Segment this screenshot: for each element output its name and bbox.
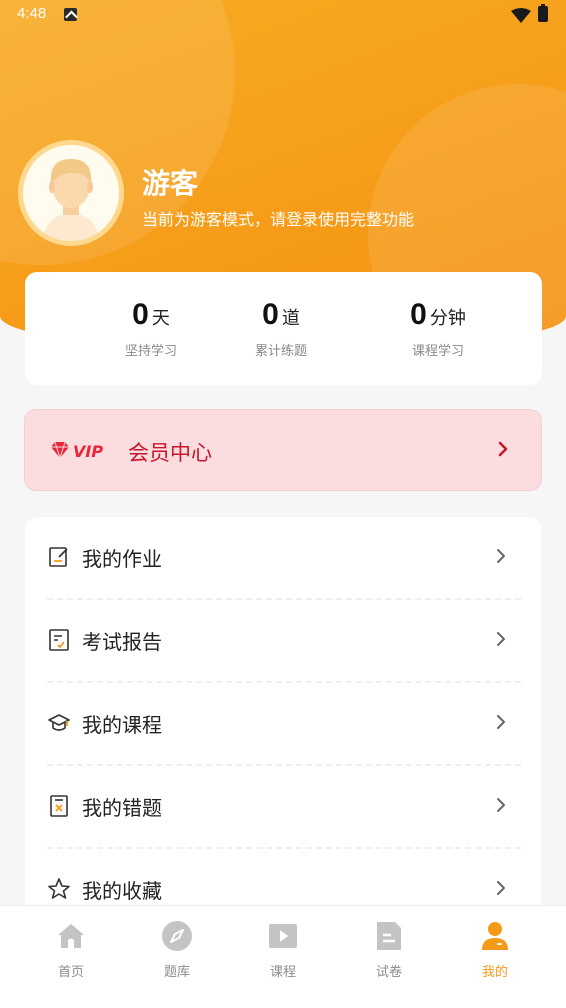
menu-item-homework[interactable]: 我的作业 bbox=[25, 517, 541, 600]
stat-value: 0 bbox=[410, 298, 427, 331]
home-icon bbox=[58, 924, 84, 948]
tab-label: 题库 bbox=[163, 965, 190, 980]
menu-label: 我的课程 bbox=[82, 713, 162, 737]
vip-badge: VIP bbox=[73, 442, 103, 461]
stat-unit: 道 bbox=[281, 308, 300, 329]
star-icon bbox=[48, 878, 70, 899]
stat-unit: 分钟 bbox=[429, 308, 466, 329]
report-icon bbox=[49, 629, 69, 651]
menu-list: 我的作业 考试报告 我的课程 我的错题 我的收藏 bbox=[25, 517, 541, 937]
menu-label: 我的错题 bbox=[82, 796, 162, 820]
chevron-right-icon bbox=[498, 441, 508, 457]
homework-icon bbox=[49, 547, 68, 567]
tab-home[interactable]: 首页 bbox=[18, 906, 124, 996]
stat-study-days: 0天 坚持学习 bbox=[81, 298, 221, 359]
stat-practice-count: 0道 累计练题 bbox=[211, 298, 351, 359]
tab-label: 首页 bbox=[57, 965, 84, 980]
stat-label: 累计练题 bbox=[254, 344, 307, 359]
chevron-right-icon bbox=[497, 549, 505, 563]
user-name[interactable]: 游客 bbox=[142, 162, 198, 202]
menu-item-exam-report[interactable]: 考试报告 bbox=[25, 600, 541, 683]
wifi-icon bbox=[511, 8, 531, 23]
menu-label: 我的作业 bbox=[82, 547, 162, 571]
paper-icon bbox=[377, 922, 401, 950]
tab-label: 课程 bbox=[269, 965, 296, 980]
tab-question-bank[interactable]: 题库 bbox=[124, 906, 230, 996]
bottom-tab-bar: 首页 题库 课程 试卷 我的 bbox=[0, 905, 566, 1008]
graduation-cap-icon bbox=[48, 714, 70, 731]
stats-card: 0天 坚持学习 0道 累计练题 0 分钟 课程学习 bbox=[25, 272, 542, 385]
stat-label: 坚持学习 bbox=[124, 344, 177, 359]
tab-courses[interactable]: 课程 bbox=[230, 906, 336, 996]
menu-label: 考试报告 bbox=[82, 630, 162, 654]
play-icon bbox=[269, 924, 297, 948]
vip-diamond-logo: VIP bbox=[51, 441, 103, 461]
stat-value: 0 bbox=[132, 298, 149, 331]
stat-unit: 天 bbox=[151, 308, 170, 329]
vip-center-button[interactable]: VIP 会员中心 bbox=[24, 409, 542, 491]
tab-mine[interactable]: 我的 bbox=[442, 906, 548, 996]
stat-course-minutes: 0 分钟 课程学习 bbox=[368, 298, 508, 359]
status-time: 4:48 bbox=[17, 5, 47, 22]
vip-center-label: 会员中心 bbox=[128, 441, 212, 465]
menu-item-my-courses[interactable]: 我的课程 bbox=[25, 683, 541, 766]
chevron-right-icon bbox=[497, 715, 505, 729]
tab-label: 我的 bbox=[481, 965, 508, 980]
wrong-question-icon bbox=[50, 795, 68, 817]
status-bar: 4:48 bbox=[0, 0, 566, 30]
tab-papers[interactable]: 试卷 bbox=[336, 906, 442, 996]
compass-icon bbox=[162, 921, 192, 951]
battery-icon bbox=[538, 4, 548, 22]
tab-label: 试卷 bbox=[375, 965, 402, 980]
avatar[interactable] bbox=[18, 140, 124, 246]
menu-item-wrong-questions[interactable]: 我的错题 bbox=[25, 766, 541, 849]
notification-icon bbox=[64, 8, 77, 21]
stat-value: 0 bbox=[262, 298, 279, 331]
stat-label: 课程学习 bbox=[411, 344, 464, 359]
avatar-illustration bbox=[23, 145, 119, 241]
chevron-right-icon bbox=[497, 881, 505, 895]
chevron-right-icon bbox=[497, 632, 505, 646]
login-hint[interactable]: 当前为游客模式，请登录使用完整功能 bbox=[142, 206, 414, 230]
chevron-right-icon bbox=[497, 798, 505, 812]
menu-label: 我的收藏 bbox=[82, 879, 162, 903]
user-icon bbox=[482, 922, 508, 950]
